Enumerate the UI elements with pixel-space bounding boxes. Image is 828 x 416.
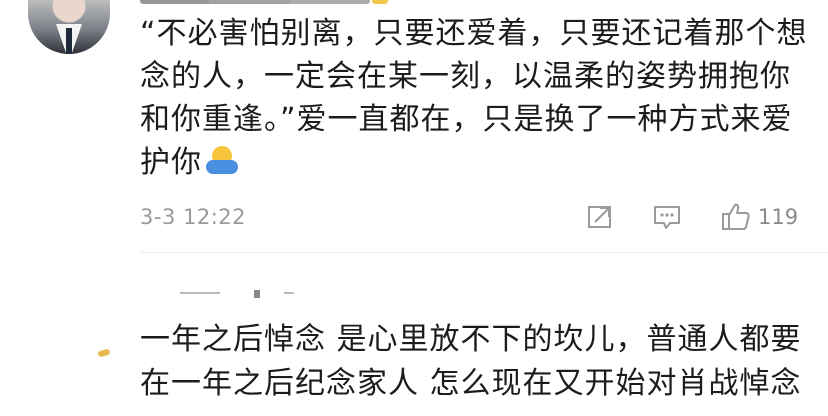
comment-item: “不必害怕别离，只要还爱着，只要还记着那个想念的人，一定会在某一刻，以温柔的姿势… bbox=[0, 0, 828, 250]
comment-text-main: “不必害怕别离，只要还爱着，只要还记着那个想念的人，一定会在某一刻，以温柔的姿势… bbox=[140, 16, 808, 180]
comment-icon bbox=[654, 206, 680, 229]
comment-divider bbox=[140, 252, 828, 253]
avatar-fragment bbox=[97, 348, 111, 358]
like-count: 119 bbox=[758, 205, 799, 229]
badge-icon bbox=[372, 0, 388, 4]
avatar-tie bbox=[66, 28, 72, 54]
avatar[interactable] bbox=[28, 0, 110, 54]
hug-emoji-icon bbox=[206, 146, 238, 176]
username-obscured[interactable] bbox=[180, 286, 300, 298]
share-icon bbox=[588, 206, 611, 228]
like-button[interactable]: 119 bbox=[720, 201, 798, 233]
comment-item: 一年之后悼念 是心里放不下的坎儿，普通人都要在一年之后纪念家人 怎么现在又开始对… bbox=[0, 260, 828, 416]
comment-text: 一年之后悼念 是心里放不下的坎儿，普通人都要在一年之后纪念家人 怎么现在又开始对… bbox=[140, 322, 802, 401]
comment-meta: 3-3 12:22 119 bbox=[140, 201, 810, 235]
share-button[interactable] bbox=[586, 201, 614, 233]
comment-text: “不必害怕别离，只要还爱着，只要还记着那个想念的人，一定会在某一刻，以温柔的姿势… bbox=[140, 12, 810, 184]
timestamp: 3-3 12:22 bbox=[140, 205, 246, 229]
username-cropped[interactable] bbox=[140, 0, 370, 4]
thumbs-up-icon bbox=[722, 203, 750, 230]
comment-button[interactable] bbox=[652, 201, 682, 233]
